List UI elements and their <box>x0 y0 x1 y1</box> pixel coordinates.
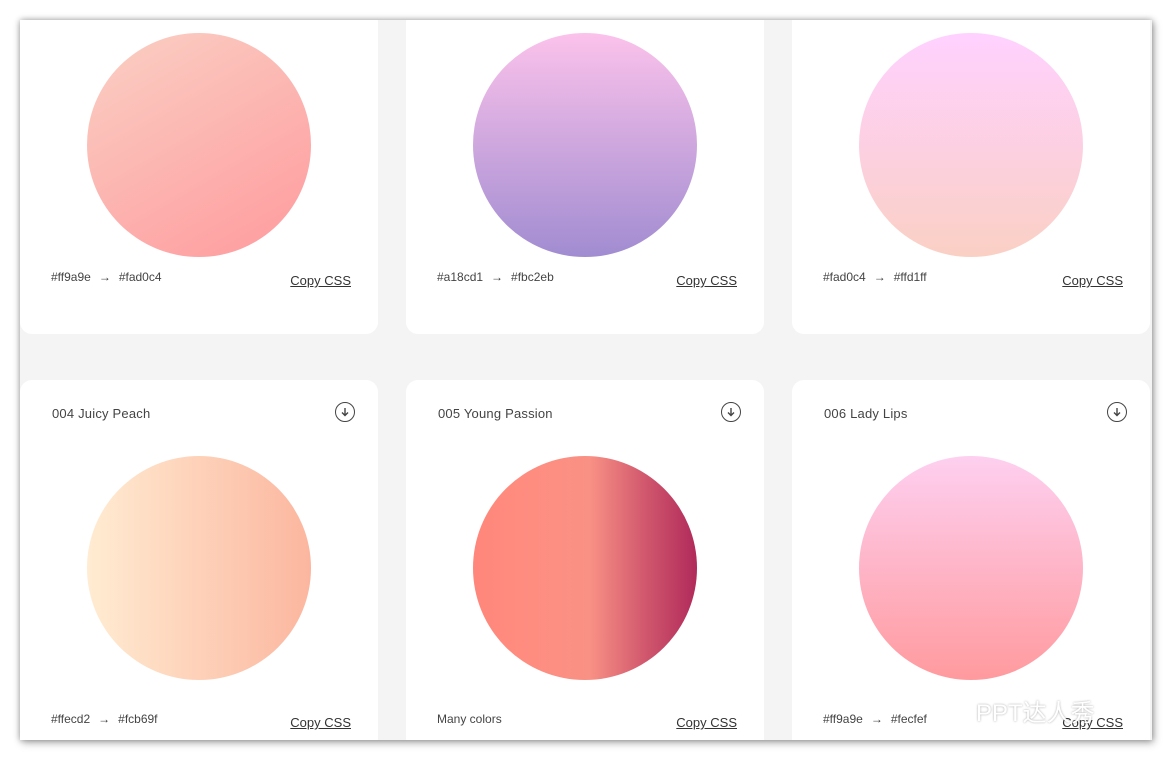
card-title: 004 Juicy Peach <box>52 406 151 421</box>
watermark-text: PPT达人秀 <box>976 699 1095 727</box>
gradient-colors: #fad0c4 → #ffd1ff <box>823 270 927 284</box>
gradient-card-juicy-peach: 004 Juicy Peach #ffecd2 → #fcb69f Copy CSS <box>20 380 378 740</box>
arrow-icon: → <box>870 712 883 726</box>
color-to: #fcb69f <box>118 712 158 726</box>
gradient-colors: #ffecd2 → #fcb69f <box>51 712 158 726</box>
download-icon[interactable] <box>1107 402 1127 422</box>
gradient-swatch[interactable] <box>87 33 311 257</box>
gradient-card-lady-lips: 006 Lady Lips #ff9a9e → #fecfef Copy CSS <box>792 380 1150 740</box>
gradient-colors: #a18cd1 → #fbc2eb <box>437 270 554 284</box>
copy-css-button[interactable]: Copy CSS <box>676 273 737 288</box>
copy-css-button[interactable]: Copy CSS <box>290 715 351 730</box>
download-icon[interactable] <box>721 402 741 422</box>
download-icon[interactable] <box>335 402 355 422</box>
color-from: #ffecd2 <box>51 712 91 726</box>
watermark: PPT达人秀 <box>940 695 1095 727</box>
gradient-swatch[interactable] <box>859 33 1083 257</box>
gradient-colors: #ff9a9e → #fad0c4 <box>51 270 162 284</box>
gradient-card-3: #fad0c4 → #ffd1ff Copy CSS <box>792 20 1150 334</box>
gradient-colors: Many colors <box>437 712 502 726</box>
card-title: 006 Lady Lips <box>824 406 908 421</box>
gradient-gallery: #ff9a9e → #fad0c4 Copy CSS #a18cd1 → #fbc2eb… <box>20 20 1152 740</box>
arrow-icon: → <box>491 270 504 284</box>
arrow-icon: → <box>873 270 886 284</box>
arrow-icon: → <box>98 270 111 284</box>
copy-css-button[interactable]: Copy CSS <box>676 715 737 730</box>
color-to: #ffd1ff <box>893 270 927 284</box>
gradient-swatch[interactable] <box>87 456 311 680</box>
copy-css-button[interactable]: Copy CSS <box>1062 273 1123 288</box>
copy-css-button[interactable]: Copy CSS <box>290 273 351 288</box>
color-from: #fad0c4 <box>823 270 866 284</box>
color-from: #ff9a9e <box>823 712 863 726</box>
many-colors-label: Many colors <box>437 712 502 726</box>
gradient-card-young-passion: 005 Young Passion Many colors Copy CSS <box>406 380 764 740</box>
color-to: #fecfef <box>890 712 927 726</box>
gradient-swatch[interactable] <box>473 456 697 680</box>
gradient-swatch[interactable] <box>859 456 1083 680</box>
color-to: #fad0c4 <box>118 270 162 284</box>
gradient-card-2: #a18cd1 → #fbc2eb Copy CSS <box>406 20 764 334</box>
color-to: #fbc2eb <box>511 270 554 284</box>
arrow-icon: → <box>98 712 111 726</box>
gradient-swatch[interactable] <box>473 33 697 257</box>
wechat-icon <box>940 695 970 726</box>
gradient-card-1: #ff9a9e → #fad0c4 Copy CSS <box>20 20 378 334</box>
card-title: 005 Young Passion <box>438 406 553 421</box>
color-from: #ff9a9e <box>51 270 91 284</box>
color-from: #a18cd1 <box>437 270 484 284</box>
gradient-colors: #ff9a9e → #fecfef <box>823 712 927 726</box>
